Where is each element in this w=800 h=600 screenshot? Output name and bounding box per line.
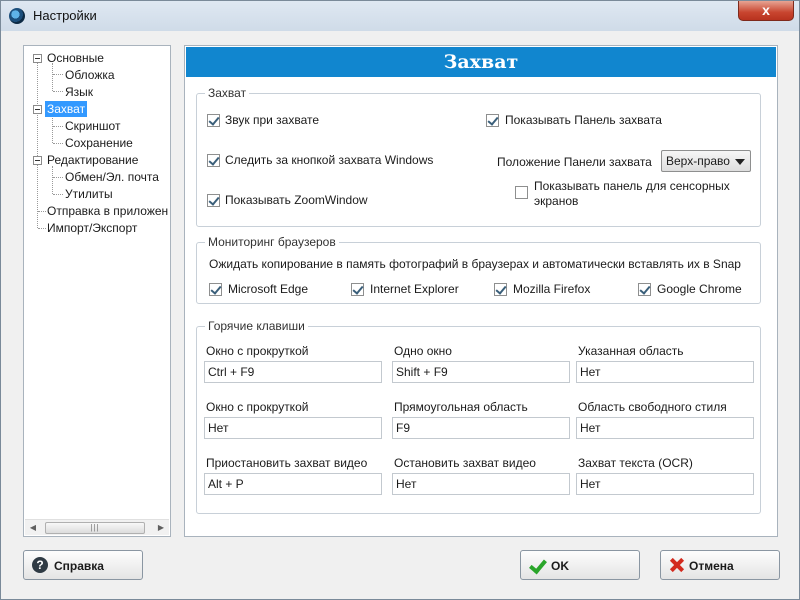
help-button[interactable]: ? Справка <box>23 550 143 580</box>
help-button-label: Справка <box>54 559 104 573</box>
show-panel-label: Показывать Панель захвата <box>505 113 662 127</box>
settings-window: Настройки x Основные Обложка Язык Захват… <box>0 0 800 600</box>
collapse-icon[interactable] <box>33 156 42 165</box>
collapse-icon[interactable] <box>33 105 42 114</box>
close-button[interactable]: x <box>738 1 794 21</box>
sound-label: Звук при захвате <box>225 113 320 127</box>
tree-item-basic[interactable]: Основные <box>47 50 104 66</box>
tree-connector <box>53 91 63 92</box>
capture-group-legend: Захват <box>205 86 250 100</box>
hotkey-label: Окно с прокруткой <box>206 344 309 358</box>
panel-position-dropdown[interactable]: Верх-право <box>661 150 751 172</box>
browser-chrome-checkbox[interactable] <box>638 283 651 296</box>
hotkey-scrolling-window-input[interactable]: Ctrl + F9 <box>204 361 382 383</box>
tree-connector <box>38 211 46 212</box>
horizontal-scrollbar[interactable]: ◀ ||| ▶ <box>25 519 169 535</box>
hotkey-stop-video-input[interactable]: Нет <box>392 473 570 495</box>
browser-ie-checkbox[interactable] <box>351 283 364 296</box>
hotkey-label: Область свободного стиля <box>578 400 727 414</box>
tree-connector <box>52 63 53 91</box>
hotkey-scrolling-window-2-input[interactable]: Нет <box>204 417 382 439</box>
show-zoomwindow-checkbox[interactable] <box>207 194 220 207</box>
cancel-button-label: Отмена <box>689 559 734 573</box>
touch-panel-label-2: экранов <box>534 194 579 208</box>
browser-firefox-label: Mozilla Firefox <box>513 282 591 296</box>
tree-connector <box>38 228 46 229</box>
help-icon: ? <box>32 557 48 573</box>
tree-connector <box>37 158 38 228</box>
tree-item-utilities[interactable]: Утилиты <box>65 186 113 202</box>
hotkey-specified-area-input[interactable]: Нет <box>576 361 754 383</box>
scroll-right-icon[interactable]: ▶ <box>156 523 166 533</box>
touch-panel-label: Показывать панель для сенсорных <box>534 179 730 193</box>
checkmark-icon <box>529 557 545 573</box>
tree-connector <box>53 194 63 195</box>
scroll-thumb[interactable]: ||| <box>45 522 145 534</box>
tree-item-import-export[interactable]: Импорт/Экспорт <box>47 220 137 236</box>
panel-position-value: Верх-право <box>666 154 730 168</box>
window-title: Настройки <box>33 8 97 23</box>
hotkeys-legend: Горячие клавиши <box>205 319 308 333</box>
browser-monitoring-legend: Мониторинг браузеров <box>205 235 339 249</box>
tree-connector <box>53 126 63 127</box>
cancel-button[interactable]: Отмена <box>660 550 780 580</box>
tree-item-exchange-email[interactable]: Обмен/Эл. почта <box>65 169 159 185</box>
browser-monitoring-group: Мониторинг браузеров Ожидать копирование… <box>196 235 761 304</box>
browser-firefox-checkbox[interactable] <box>494 283 507 296</box>
tree-item-language[interactable]: Язык <box>65 84 93 100</box>
hotkey-label: Захват текста (OCR) <box>578 456 693 470</box>
browser-monitoring-description: Ожидать копирование в память фотографий … <box>209 257 741 271</box>
tree-item-editing[interactable]: Редактирование <box>47 152 138 168</box>
panel-header: Захват <box>186 47 776 77</box>
tree-connector <box>53 177 63 178</box>
hotkey-label: Прямоугольная область <box>394 400 528 414</box>
tree-connector <box>53 74 63 75</box>
hotkeys-group: Горячие клавиши Окно с прокруткой Ctrl +… <box>196 319 761 514</box>
collapse-icon[interactable] <box>33 54 42 63</box>
browser-edge-label: Microsoft Edge <box>228 282 309 296</box>
settings-tree: Основные Обложка Язык Захват Скриншот Со… <box>23 45 171 537</box>
scroll-left-icon[interactable]: ◀ <box>28 523 38 533</box>
chevron-down-icon <box>735 159 745 165</box>
tree-item-send-to-app[interactable]: Отправка в приложен <box>47 203 168 219</box>
hotkey-rectangle-area-input[interactable]: F9 <box>392 417 570 439</box>
hotkey-label: Окно с прокруткой <box>206 400 309 414</box>
browser-edge-checkbox[interactable] <box>209 283 222 296</box>
capture-group: Захват Звук при захвате Показывать Панел… <box>196 86 761 227</box>
hotkey-label: Приостановить захват видео <box>206 456 368 470</box>
tree-connector <box>52 115 53 143</box>
follow-windows-button-checkbox[interactable] <box>207 154 220 167</box>
show-zoomwindow-label: Показывать ZoomWindow <box>225 193 368 207</box>
ok-button-label: OK <box>551 559 569 573</box>
panel-position-label: Положение Панели захвата <box>497 155 652 169</box>
hotkey-label: Остановить захват видео <box>394 456 536 470</box>
touch-panel-checkbox[interactable] <box>515 186 528 199</box>
hotkey-pause-video-input[interactable]: Alt + P <box>204 473 382 495</box>
hotkey-label: Одно окно <box>394 344 452 358</box>
tree-connector <box>53 143 63 144</box>
hotkey-label: Указанная область <box>578 344 684 358</box>
app-icon <box>9 8 25 24</box>
hotkey-freeform-area-input[interactable]: Нет <box>576 417 754 439</box>
hotkey-single-window-input[interactable]: Shift + F9 <box>392 361 570 383</box>
ok-button[interactable]: OK <box>520 550 640 580</box>
cancel-icon <box>668 557 684 573</box>
tree-item-saving[interactable]: Сохранение <box>65 135 133 151</box>
title-bar[interactable]: Настройки x <box>1 1 799 31</box>
follow-windows-button-label: Следить за кнопкой захвата Windows <box>225 153 434 167</box>
tree-item-skin[interactable]: Обложка <box>65 67 115 83</box>
sound-checkbox[interactable] <box>207 114 220 127</box>
tree-item-screenshot[interactable]: Скриншот <box>65 118 120 134</box>
browser-ie-label: Internet Explorer <box>370 282 459 296</box>
close-icon: x <box>762 2 770 18</box>
browser-chrome-label: Google Chrome <box>657 282 742 296</box>
capture-settings-panel: Захват Захват Звук при захвате Показыват… <box>184 45 778 537</box>
hotkey-ocr-input[interactable]: Нет <box>576 473 754 495</box>
tree-item-capture[interactable]: Захват <box>45 101 88 117</box>
show-panel-checkbox[interactable] <box>486 114 499 127</box>
tree-connector <box>52 166 53 194</box>
